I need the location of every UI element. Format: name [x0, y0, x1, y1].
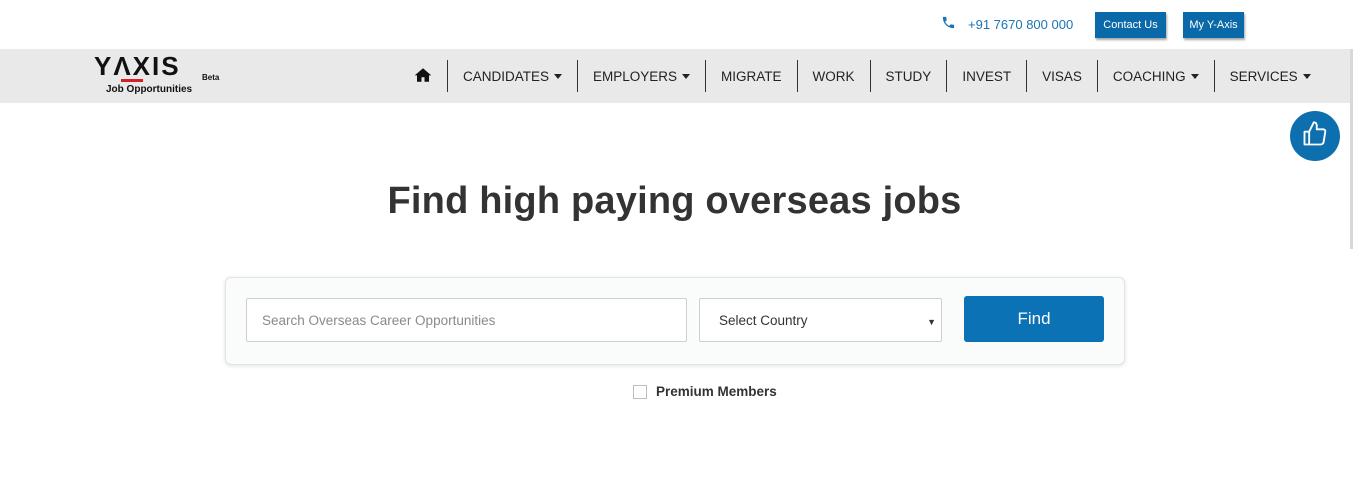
nav-study[interactable]: STUDY — [869, 60, 947, 92]
caret-down-icon — [554, 73, 563, 79]
nav-item-label: WORK — [812, 68, 855, 84]
logo-wordmark: YΛXIS — [94, 51, 181, 81]
country-select-value: Select Country — [719, 312, 808, 328]
page-headline: Find high paying overseas jobs — [387, 180, 962, 222]
nav-item-label: VISAS — [1042, 68, 1082, 84]
phone-icon — [941, 15, 956, 33]
nav-home[interactable] — [400, 60, 447, 92]
nav-services[interactable]: SERVICES — [1213, 60, 1326, 92]
nav-visas[interactable]: VISAS — [1026, 60, 1097, 92]
my-y-axis-button[interactable]: My Y-Axis — [1183, 12, 1244, 38]
logo-accent-bar — [121, 79, 143, 82]
search-input[interactable] — [246, 298, 687, 342]
nav-item-label: INVEST — [962, 68, 1012, 84]
premium-members-filter[interactable]: Premium Members — [633, 384, 777, 399]
caret-down-icon — [1190, 73, 1199, 79]
home-icon — [414, 67, 432, 86]
nav-employers[interactable]: EMPLOYERS — [577, 60, 705, 92]
nav-item-label: EMPLOYERS — [593, 68, 678, 84]
premium-members-checkbox[interactable] — [633, 384, 647, 399]
logo-subtitle: Job Opportunities — [106, 84, 193, 95]
nav-item-label: MIGRATE — [721, 68, 782, 84]
caret-down-icon — [682, 73, 691, 79]
top-utility-bar: +91 7670 800 000 Contact Us My Y-Axis — [0, 0, 1353, 49]
country-select[interactable]: Select Country ▼ — [699, 298, 942, 342]
nav-work[interactable]: WORK — [796, 60, 870, 92]
nav-candidates[interactable]: CANDIDATES — [447, 60, 577, 92]
select-arrow-icon: ▼ — [927, 317, 936, 327]
nav-invest[interactable]: INVEST — [946, 60, 1026, 92]
phone-contact[interactable]: +91 7670 800 000 — [941, 15, 1073, 33]
premium-members-label: Premium Members — [656, 384, 777, 399]
phone-number: +91 7670 800 000 — [968, 16, 1074, 32]
site-logo[interactable]: YΛXIS Beta Job Opportunities — [94, 53, 224, 99]
caret-down-icon — [1302, 73, 1311, 79]
nav-item-label: SERVICES — [1229, 68, 1298, 84]
thumbs-up-icon — [1301, 120, 1329, 153]
nav-item-label: COACHING — [1112, 68, 1186, 84]
nav-item-label: CANDIDATES — [463, 68, 550, 84]
contact-us-button[interactable]: Contact Us — [1095, 12, 1166, 38]
like-button[interactable] — [1290, 111, 1340, 161]
find-button[interactable]: Find — [964, 296, 1104, 342]
primary-nav: CANDIDATES EMPLOYERS MIGRATE WORK STUDY … — [400, 60, 1326, 92]
nav-item-label: STUDY — [885, 68, 932, 84]
nav-migrate[interactable]: MIGRATE — [705, 60, 797, 92]
nav-coaching[interactable]: COACHING — [1096, 60, 1214, 92]
logo-beta-tag: Beta — [202, 73, 220, 82]
